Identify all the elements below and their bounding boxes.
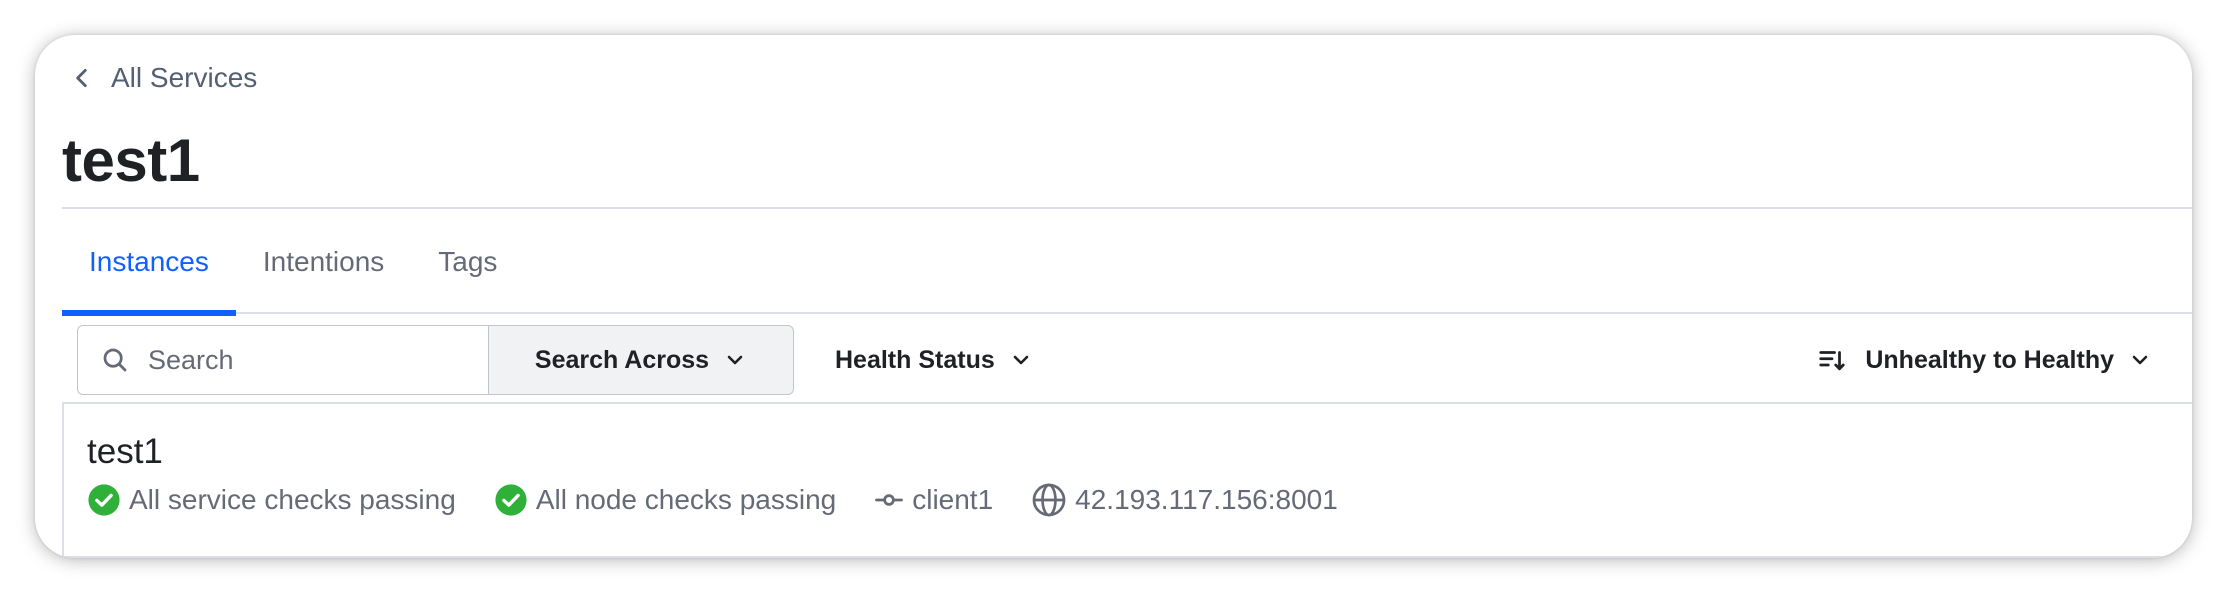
instance-meta: All service checks passing All node chec…	[87, 482, 1376, 518]
list-item[interactable]: test1 All service checks passing All nod…	[64, 404, 2192, 544]
search-across-label: Search Across	[534, 345, 710, 374]
check-circle-icon	[495, 484, 527, 516]
sort-desc-icon	[1819, 351, 1845, 371]
address-text: 42.193.117.156:8001	[1075, 484, 1338, 515]
globe-icon	[1032, 483, 1066, 517]
tab-instances[interactable]: Instances	[62, 209, 236, 316]
instance-name: test1	[87, 432, 163, 471]
instance-address: 42.193.117.156:8001	[1031, 482, 1338, 518]
service-detail-panel: All Services test1 Instances Intentions …	[35, 35, 2192, 558]
node-checks-status: All node checks passing	[494, 483, 836, 517]
breadcrumb-label: All Services	[111, 62, 258, 93]
check-circle-icon	[88, 484, 120, 516]
node-checks-text: All node checks passing	[535, 484, 837, 515]
sort-label: Unhealthy to Healthy	[1865, 345, 2114, 374]
chevron-down-icon	[727, 355, 743, 365]
node-name: client1	[874, 484, 993, 516]
search-input[interactable]	[148, 344, 448, 376]
git-commit-icon	[875, 494, 904, 506]
instance-list: test1 All service checks passing All nod…	[62, 402, 2192, 558]
search-icon	[103, 348, 127, 372]
health-status-label: Health Status	[835, 345, 995, 374]
sort-dropdown[interactable]: Unhealthy to Healthy	[1817, 325, 2152, 395]
service-checks-status: All service checks passing	[87, 483, 456, 517]
page-title: test1	[62, 127, 200, 194]
tab-bar: Instances Intentions Tags	[62, 209, 2192, 316]
back-to-services-link[interactable]: All Services	[69, 57, 257, 99]
node-name-text: client1	[912, 484, 994, 515]
filter-toolbar: Search Across Health Status Unhealthy to…	[77, 325, 2192, 395]
chevron-left-icon	[76, 69, 87, 87]
search-across-dropdown[interactable]: Search Across	[488, 325, 794, 395]
tab-intentions[interactable]: Intentions	[236, 209, 411, 314]
tab-tags[interactable]: Tags	[411, 209, 524, 314]
chevron-down-icon	[1013, 355, 1029, 365]
service-checks-text: All service checks passing	[129, 484, 456, 515]
chevron-down-icon	[2132, 355, 2148, 365]
health-status-dropdown[interactable]: Health Status	[835, 325, 1033, 395]
search-field	[77, 325, 488, 395]
